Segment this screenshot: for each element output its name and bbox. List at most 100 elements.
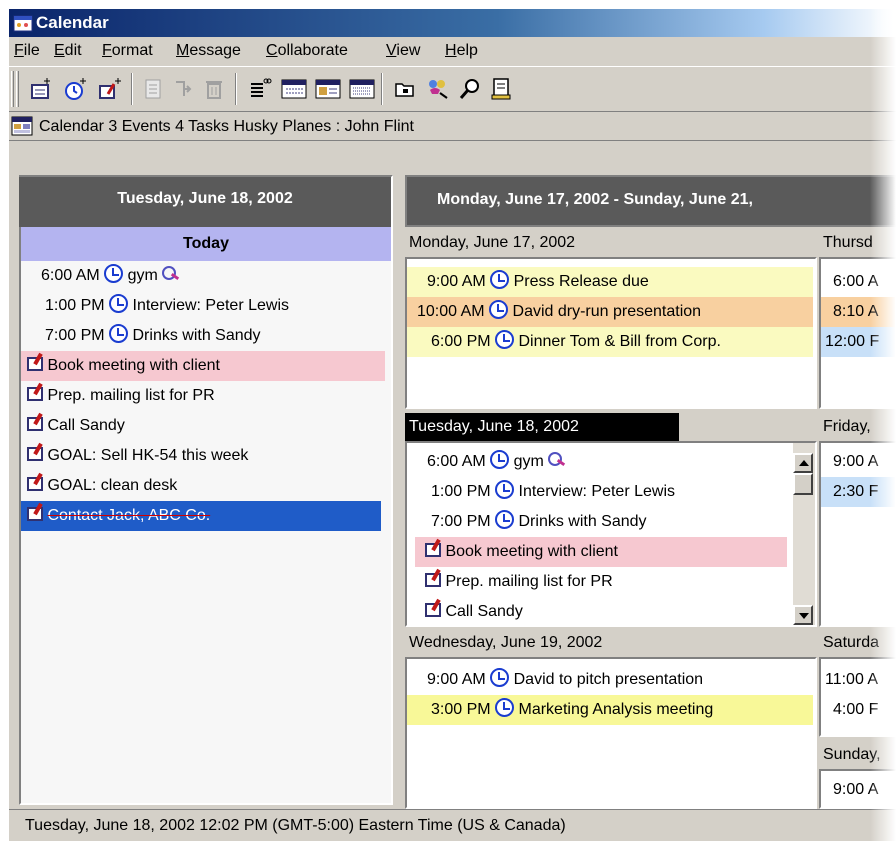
menu-view[interactable]: View <box>386 42 420 60</box>
arrow-up-icon <box>799 460 809 466</box>
task-title: Prep. mailing list for PR <box>47 387 215 404</box>
delete-icon[interactable] <box>201 76 227 102</box>
open-folder-icon[interactable] <box>393 76 419 102</box>
scroll-up-button[interactable] <box>793 453 813 473</box>
list-item[interactable]: 9:00 AM Press Release due <box>407 267 813 297</box>
list-item[interactable]: Book meeting with client <box>21 351 385 381</box>
list-item[interactable]: Prep. mailing list for PR <box>21 381 393 411</box>
toolbar-grip[interactable] <box>16 71 19 107</box>
today-header: Today <box>21 227 391 261</box>
list-item[interactable]: 1:00 PM Interview: Peter Lewis <box>21 291 393 321</box>
event-title: Interview: Peter Lewis <box>518 483 676 500</box>
list-item[interactable]: 6:00 AM gym <box>21 261 393 291</box>
tuesday-events[interactable]: 6:00 AM gym 1:00 PM Interview: Peter Lew… <box>405 441 817 627</box>
menu-help[interactable]: Help <box>445 42 478 60</box>
clock-icon <box>490 450 510 469</box>
event-time: 9:00 AM <box>427 671 486 688</box>
title-bar[interactable]: Calendar <box>9 9 896 37</box>
clock-icon <box>490 668 510 687</box>
pane-splitter[interactable] <box>394 175 402 807</box>
toolbar <box>9 66 896 112</box>
new-event-icon[interactable] <box>63 76 89 102</box>
toolbar-grip[interactable] <box>11 71 14 107</box>
week-range-header: Monday, June 17, 2002 - Sunday, June 21, <box>405 175 896 227</box>
day-view-icon[interactable] <box>247 76 273 102</box>
list-item[interactable]: Call Sandy <box>21 411 393 441</box>
list-item[interactable]: 6:00 PM Dinner Tom & Bill from Corp. <box>407 327 813 357</box>
clock-icon <box>490 270 510 289</box>
clock-icon <box>495 510 515 529</box>
task-title: GOAL: clean desk <box>47 477 178 494</box>
calendar-summary: Calendar 3 Events 4 Tasks Husky Planes :… <box>39 118 414 135</box>
find-people-icon[interactable] <box>425 76 451 102</box>
new-appointment-icon[interactable] <box>29 76 55 102</box>
clock-icon <box>495 480 515 499</box>
month-view-icon[interactable] <box>315 76 341 102</box>
event-time: 9:00 AM <box>427 273 486 290</box>
event-title: gym <box>127 267 158 284</box>
monday-events[interactable]: 9:00 AM Press Release due 10:00 AM David… <box>405 257 817 409</box>
scroll-down-button[interactable] <box>793 605 813 625</box>
task-title: Prep. mailing list for PR <box>445 573 613 590</box>
event-title: Marketing Analysis meeting <box>518 701 714 718</box>
list-item[interactable]: GOAL: clean desk <box>21 471 393 501</box>
task-icon <box>425 603 441 617</box>
menu-collaborate[interactable]: Collaborate <box>266 42 348 60</box>
list-item[interactable]: Call Sandy <box>415 597 787 625</box>
menu-edit[interactable]: Edit <box>54 42 82 60</box>
list-item[interactable]: 6:00 AM gym <box>407 447 787 477</box>
wednesday-header[interactable]: Wednesday, June 19, 2002 <box>405 629 817 657</box>
search-icon[interactable] <box>457 76 483 102</box>
monday-header[interactable]: Monday, June 17, 2002 <box>405 229 817 257</box>
event-title: gym <box>513 453 544 470</box>
scroll-thumb[interactable] <box>793 473 813 495</box>
event-title: Drinks with Sandy <box>132 327 261 344</box>
clock-icon <box>109 294 129 313</box>
list-item[interactable]: 9:00 AM David to pitch presentation <box>407 665 813 695</box>
new-task-icon[interactable] <box>97 76 123 102</box>
task-title-completed: Contact Jack, ABC Co. <box>47 507 211 524</box>
list-item[interactable]: Prep. mailing list for PR <box>415 567 787 597</box>
clock-icon <box>495 698 515 717</box>
status-bar: Tuesday, June 18, 2002 12:02 PM (GMT-5:0… <box>9 809 896 842</box>
list-item[interactable]: 3:00 PM Marketing Analysis meeting <box>407 695 813 725</box>
info-bar: Calendar 3 Events 4 Tasks Husky Planes :… <box>9 113 896 141</box>
list-item[interactable]: 10:00 AM David dry-run presentation <box>407 297 813 327</box>
toolbar-separator <box>131 73 133 105</box>
list-item[interactable]: 1:00 PM Interview: Peter Lewis <box>407 477 787 507</box>
recurring-icon <box>548 452 566 466</box>
menu-format[interactable]: Format <box>102 42 153 60</box>
event-time: 6:00 PM <box>431 333 491 350</box>
calendar-app-icon <box>13 15 33 32</box>
day-pane-date-header: Tuesday, June 18, 2002 <box>19 177 391 227</box>
address-book-icon[interactable] <box>489 76 515 102</box>
list-item[interactable]: GOAL: Sell HK-54 this week <box>21 441 393 471</box>
task-title: GOAL: Sell HK-54 this week <box>47 447 249 464</box>
screenshot-edge-fade <box>870 0 896 841</box>
event-time: 7:00 PM <box>431 513 491 530</box>
forward-icon[interactable] <box>171 76 197 102</box>
task-title: Book meeting with client <box>445 543 618 560</box>
clock-icon <box>495 330 515 349</box>
menu-message[interactable]: Message <box>176 42 241 60</box>
tuesday-scrollbar[interactable] <box>793 443 815 625</box>
task-icon <box>27 507 43 521</box>
calendar-icon <box>11 116 33 136</box>
list-item[interactable]: 7:00 PM Drinks with Sandy <box>407 507 787 537</box>
list-item[interactable]: 7:00 PM Drinks with Sandy <box>21 321 393 351</box>
list-item-selected[interactable]: Contact Jack, ABC Co. <box>21 501 381 531</box>
tuesday-header[interactable]: Tuesday, June 18, 2002 <box>405 413 679 441</box>
task-icon <box>425 573 441 587</box>
week-view-icon[interactable] <box>281 76 307 102</box>
list-item[interactable]: Book meeting with client <box>415 537 787 567</box>
event-time: 10:00 AM <box>417 303 485 320</box>
print-icon[interactable] <box>141 76 167 102</box>
year-view-icon[interactable] <box>349 76 375 102</box>
event-time: 1:00 PM <box>45 297 105 314</box>
task-title: Book meeting with client <box>47 357 220 374</box>
menu-file[interactable]: File <box>14 42 40 60</box>
event-title: Dinner Tom & Bill from Corp. <box>518 333 721 350</box>
wednesday-events[interactable]: 9:00 AM David to pitch presentation 3:00… <box>405 657 817 809</box>
task-title: Call Sandy <box>445 603 523 620</box>
task-icon <box>425 543 441 557</box>
